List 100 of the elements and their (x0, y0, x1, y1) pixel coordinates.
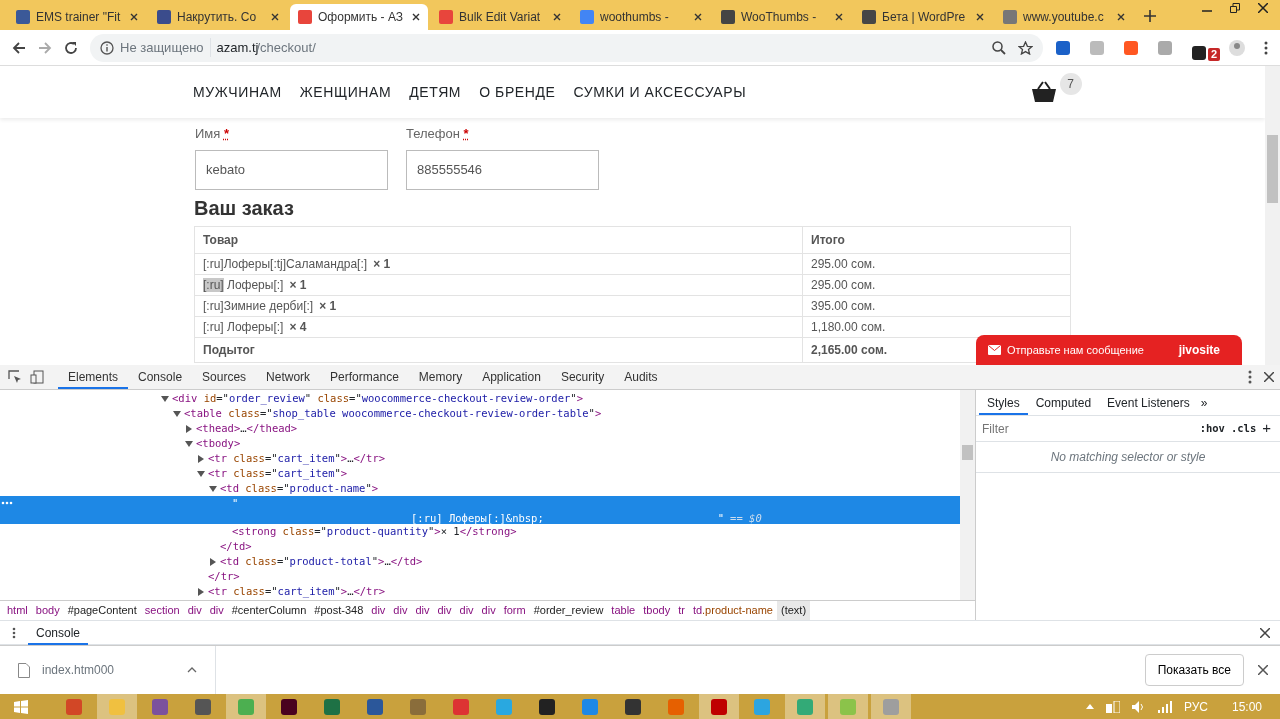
breadcrumb-item[interactable]: div (183, 601, 206, 620)
show-all-button[interactable]: Показать все (1144, 654, 1244, 686)
back-icon[interactable] (12, 40, 26, 55)
close-icon[interactable] (271, 13, 279, 21)
close-icon[interactable] (412, 13, 420, 21)
breadcrumb-item[interactable]: div (433, 601, 456, 620)
close-icon[interactable] (1260, 627, 1270, 638)
breadcrumb-item[interactable]: #centerColumn (227, 601, 311, 620)
chat-widget[interactable]: Отправьте нам сообщение jivosite (976, 335, 1242, 365)
zoom-icon[interactable] (991, 40, 1006, 55)
code-line[interactable]: </tr> (208, 569, 240, 584)
close-icon[interactable] (1258, 665, 1268, 675)
devtools-tab[interactable]: Sources (192, 365, 257, 389)
breadcrumb-item[interactable]: #order_review (529, 601, 608, 620)
browser-tab[interactable]: woothumbs - (572, 4, 710, 30)
browser-tab[interactable]: EMS trainer "Fit (8, 4, 146, 30)
collapsed-arrow-icon[interactable] (197, 587, 205, 596)
breadcrumb-item[interactable]: div (477, 601, 500, 620)
breadcrumb-item[interactable]: div (389, 601, 412, 620)
close-icon[interactable] (1264, 372, 1274, 382)
breadcrumb-item[interactable]: tr (674, 601, 689, 620)
code-line[interactable]: <thead>…</thead> (196, 421, 298, 436)
expanded-arrow-icon[interactable] (197, 469, 205, 478)
basket-icon[interactable] (1031, 81, 1057, 103)
close-icon[interactable] (976, 13, 984, 21)
code-line[interactable]: <tr class="cart_item">…</tr> (208, 584, 386, 599)
browser-tab[interactable]: Оформить - АЗ (290, 4, 428, 30)
styles-tab[interactable]: Event Listeners (1099, 390, 1198, 415)
browser-tab[interactable]: Накрутить. Co (149, 4, 287, 30)
caret-icon[interactable] (187, 667, 197, 673)
close-icon[interactable] (130, 13, 138, 21)
devtools-tab[interactable]: Application (472, 365, 551, 389)
start-icon[interactable] (14, 699, 28, 714)
devtools-tab[interactable]: Network (256, 365, 321, 389)
code-line[interactable]: <tr class="cart_item">…</tr> (208, 451, 386, 466)
code-line[interactable]: <table class="shop_table woocommerce-checkout-review-order-table"> (184, 406, 602, 421)
more-icon[interactable] (12, 626, 16, 639)
code-line[interactable]: <td class="product-name"> (220, 481, 379, 496)
more-icon[interactable] (1248, 370, 1252, 384)
breadcrumb-item[interactable]: tbody (639, 601, 675, 620)
nav-link[interactable]: ДЕТЯМ (409, 81, 462, 103)
close-icon[interactable] (1117, 13, 1125, 21)
browser-tab[interactable]: Bulk Edit Variat (431, 4, 569, 30)
devtools-tab[interactable]: Audits (614, 365, 668, 389)
nav-link[interactable]: ЖЕНЩИНАМ (299, 81, 392, 103)
selected-node-row[interactable]: " [:ru] Лоферы[:]&nbsp; " == $0 (0, 496, 960, 524)
more-tabs-button[interactable]: » (1200, 393, 1208, 412)
more-icon[interactable] (1, 501, 13, 505)
breadcrumb-item[interactable]: div (411, 601, 434, 620)
address-bar[interactable]: Не защищено azam.tj/checkout/ (90, 33, 1043, 62)
code-line[interactable]: </td> (220, 539, 252, 554)
menu-icon[interactable] (1264, 40, 1268, 55)
close-icon[interactable] (553, 13, 561, 21)
styles-tab[interactable]: Styles (979, 390, 1028, 415)
nav-link[interactable]: МУЖЧИНАМ (193, 81, 282, 103)
add-rule-button[interactable]: + (1262, 417, 1277, 440)
breadcrumb-item[interactable]: html (3, 601, 32, 620)
breadcrumb-item[interactable]: form (499, 601, 530, 620)
collapsed-arrow-icon[interactable] (197, 454, 205, 463)
star-icon[interactable] (1017, 40, 1033, 55)
expanded-arrow-icon[interactable] (185, 439, 193, 448)
close-icon[interactable] (1258, 3, 1268, 13)
breadcrumb-item[interactable]: table (607, 601, 640, 620)
toggle-button[interactable]: .cls (1230, 421, 1257, 436)
styles-tab[interactable]: Computed (1027, 390, 1100, 415)
breadcrumb-item[interactable]: td.product-name (688, 601, 777, 620)
devtools-tab[interactable]: Security (550, 365, 615, 389)
collapsed-arrow-icon[interactable] (209, 557, 217, 566)
code-line[interactable]: <div id="order_review" class="woocommerce-checkout-review-order"> (172, 391, 583, 406)
nav-link[interactable]: СУМКИ И АКСЕССУАРЫ (573, 81, 747, 103)
expanded-arrow-icon[interactable] (173, 409, 181, 418)
input-field[interactable]: 885555546 (406, 149, 599, 190)
breadcrumb-item[interactable]: div (367, 601, 390, 620)
close-icon[interactable] (694, 13, 702, 21)
devtools-tab[interactable]: Performance (320, 365, 409, 389)
device-icon[interactable] (30, 370, 44, 384)
scrollbar[interactable] (1265, 66, 1280, 365)
breadcrumb-item[interactable]: section (140, 601, 184, 620)
code-line[interactable]: <tbody> (196, 436, 241, 451)
devtools-tab[interactable]: Elements (58, 365, 129, 389)
reload-icon[interactable] (64, 40, 78, 55)
breadcrumb-item[interactable]: (text) (777, 601, 811, 620)
browser-tab[interactable]: www.youtube.c (995, 4, 1133, 30)
code-line[interactable]: <tr class="cart_item"> (208, 466, 348, 481)
input-field[interactable]: kebato (195, 149, 388, 190)
devtools-tab[interactable]: Console (128, 365, 193, 389)
restore-icon[interactable] (1230, 3, 1240, 13)
code-line[interactable]: <strong class="product-quantity">× 1</strong> (232, 524, 517, 539)
breadcrumb-item[interactable]: div (455, 601, 478, 620)
nav-link[interactable]: О БРЕНДЕ (479, 81, 556, 103)
taskbar-app[interactable] (699, 694, 739, 719)
new-tab-icon[interactable] (1144, 10, 1156, 22)
breadcrumb-item[interactable]: #post-348 (310, 601, 368, 620)
close-icon[interactable] (835, 13, 843, 21)
scrollbar[interactable] (960, 390, 975, 600)
collapsed-arrow-icon[interactable] (185, 424, 193, 433)
profile-icon[interactable] (1228, 38, 1246, 57)
expanded-arrow-icon[interactable] (161, 394, 169, 403)
toggle-button[interactable]: :hov (1199, 421, 1225, 436)
breadcrumb-item[interactable]: body (31, 601, 64, 620)
